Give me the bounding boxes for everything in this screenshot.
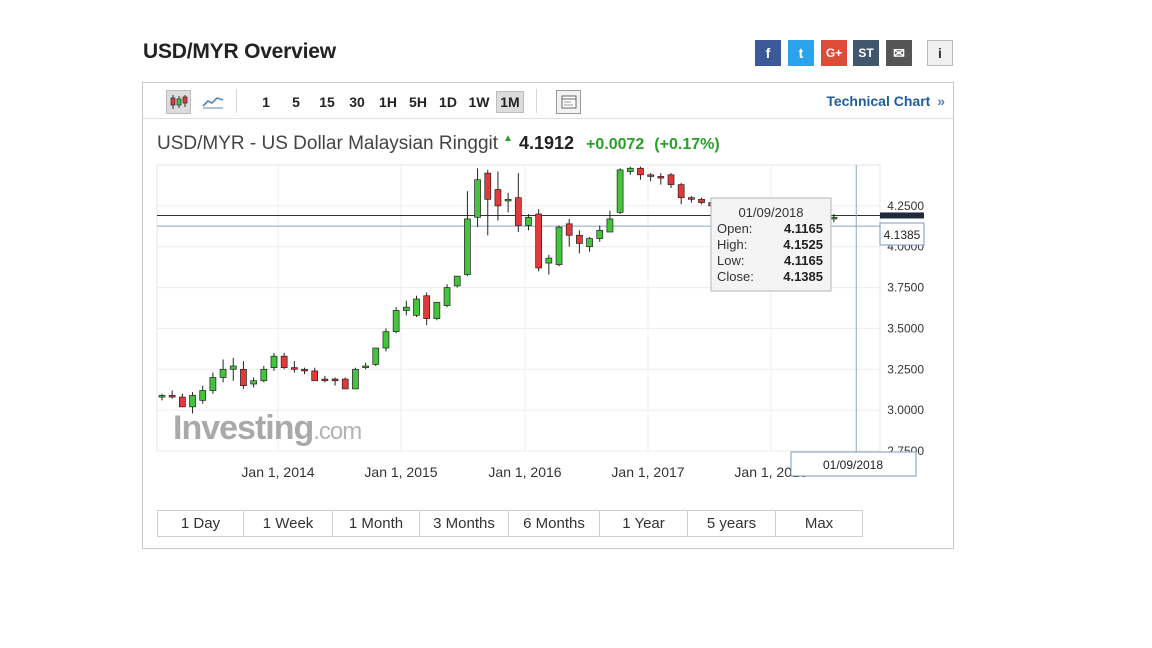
candle-body	[464, 218, 471, 275]
candle-body	[565, 223, 573, 236]
x-tick-label: Jan 1, 2017	[611, 464, 684, 480]
candle-body	[179, 396, 186, 408]
info-icon[interactable]: i	[927, 40, 953, 66]
candle-body	[596, 230, 604, 239]
candle-body	[626, 167, 634, 172]
candle-body	[647, 174, 654, 177]
candle-body	[229, 365, 237, 370]
range-1-year[interactable]: 1 Year	[600, 511, 688, 536]
candle-body	[331, 378, 339, 382]
candle-body	[250, 380, 257, 385]
tooltip-low-label: Low:	[717, 253, 744, 268]
crosshair-price-label: 4.1385	[884, 228, 921, 242]
tooltip-low-value: 4.1165	[784, 253, 823, 268]
candle-body	[616, 169, 624, 213]
y-tick-label: 4.2500	[887, 199, 924, 213]
candle-body	[474, 179, 481, 218]
facebook-icon[interactable]: f	[755, 40, 781, 66]
candle-body	[321, 378, 329, 382]
candle-body	[667, 174, 675, 185]
tooltip-close-value: 4.1385	[783, 269, 823, 284]
tooltip-high-label: High:	[717, 237, 747, 252]
candle-body	[413, 298, 420, 316]
candle-body	[240, 368, 247, 386]
candle-body	[494, 189, 502, 207]
price-chart[interactable]: 2.75003.00003.25003.50003.75004.00004.25…	[143, 83, 953, 503]
candle-body	[158, 395, 166, 398]
candle-body	[219, 368, 227, 378]
candle-body	[260, 368, 268, 382]
google-plus-icon[interactable]: G+	[821, 40, 847, 66]
candle-body	[535, 213, 543, 269]
candle-body	[372, 347, 380, 365]
y-tick-label: 3.2500	[887, 362, 924, 376]
range-5-years[interactable]: 5 years	[688, 511, 776, 536]
last-price-tag	[880, 212, 924, 219]
time-range-selector: 1 Day 1 Week 1 Month 3 Months 6 Months 1 Year…	[157, 510, 863, 537]
candle-body	[484, 172, 492, 200]
range-1-week[interactable]: 1 Week	[244, 511, 333, 536]
candle-body	[586, 238, 593, 248]
email-icon[interactable]: ✉	[886, 40, 912, 66]
candle-body	[830, 216, 838, 220]
candle-body	[362, 365, 369, 369]
candle-body	[657, 176, 665, 179]
candle-body	[525, 216, 532, 226]
candle-body	[311, 370, 319, 382]
candle-body	[270, 355, 278, 369]
candle-body	[402, 306, 410, 311]
candle-body	[382, 331, 390, 349]
y-tick-label: 3.7500	[887, 281, 924, 295]
candle-body	[576, 234, 583, 244]
range-max[interactable]: Max	[776, 511, 862, 536]
tooltip-high-value: 4.1525	[783, 237, 823, 252]
candle-body	[352, 368, 359, 390]
range-1-month[interactable]: 1 Month	[333, 511, 420, 536]
candle-body	[423, 295, 431, 319]
candle-body	[453, 275, 461, 287]
tooltip-open-value: 4.1165	[784, 221, 823, 236]
candle-body	[606, 218, 614, 233]
candle-body	[677, 184, 685, 199]
candle-body	[341, 378, 349, 390]
range-6-months[interactable]: 6 Months	[509, 511, 600, 536]
candle-body	[504, 198, 512, 202]
candle-body	[199, 390, 207, 401]
range-3-months[interactable]: 3 Months	[420, 511, 509, 536]
y-tick-label: 3.0000	[887, 403, 924, 417]
candle-body	[189, 395, 196, 408]
page-title: USD/MYR Overview	[143, 40, 336, 63]
tooltip-close-label: Close:	[717, 269, 754, 284]
candle-body	[168, 395, 176, 398]
chart-widget: 1 5 15 30 1H 5H 1D 1W 1M Technical Chart » USD/M…	[142, 82, 954, 549]
twitter-icon[interactable]: t	[788, 40, 814, 66]
candle-body	[392, 310, 400, 333]
candle-body	[545, 257, 553, 264]
tooltip-date: 01/09/2018	[738, 205, 803, 220]
candle-body	[280, 355, 288, 369]
stocktwits-icon[interactable]: ST	[853, 40, 879, 66]
tooltip-open-label: Open:	[717, 221, 752, 236]
x-tick-label: Jan 1, 2014	[241, 464, 314, 480]
candle-body	[433, 301, 441, 319]
y-tick-label: 3.5000	[887, 321, 924, 335]
candle-body	[209, 377, 217, 391]
candle-body	[555, 226, 563, 266]
candle-body	[290, 367, 298, 370]
candle-body	[698, 198, 705, 203]
candle-body	[301, 368, 308, 372]
candle-body	[637, 167, 644, 176]
candle-body	[514, 197, 522, 226]
candle-body	[443, 287, 451, 306]
candle-body	[688, 197, 695, 200]
crosshair-date-label: 01/09/2018	[823, 458, 883, 472]
x-tick-label: Jan 1, 2016	[488, 464, 561, 480]
range-1-day[interactable]: 1 Day	[158, 511, 244, 536]
x-tick-label: Jan 1, 2015	[364, 464, 437, 480]
